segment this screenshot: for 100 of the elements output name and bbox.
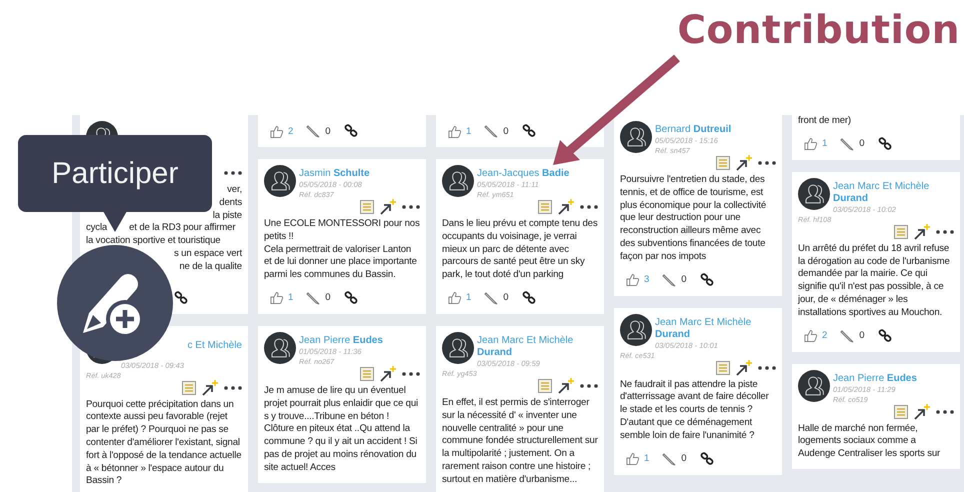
list-icon[interactable]	[716, 360, 730, 375]
arrow-sparkle-icon[interactable]	[201, 380, 219, 396]
card-text: la vocation sportive et touristique	[86, 235, 220, 248]
like-count: 2	[822, 330, 828, 342]
arrow-sparkle-icon[interactable]	[379, 199, 397, 215]
comment-count: 0	[325, 126, 331, 136]
arrow-sparkle-icon[interactable]	[557, 378, 575, 394]
link-icon[interactable]	[700, 272, 714, 287]
avatar-icon	[620, 121, 652, 153]
like-count: 1	[288, 292, 294, 304]
card-text: Pourquoi cette précipitation dans un contexte aussi peu favorable (rejet par le préfet) ? Pourquoi ne pas se contenter d'améliorer l'existant, signal fort à l'opposé de la tendance actuelle à « bétonner » l'espace autour du Bassin ?	[86, 398, 242, 488]
pencil-icon[interactable]	[484, 124, 498, 138]
list-icon[interactable]	[182, 380, 196, 395]
pencil-icon[interactable]	[840, 328, 854, 343]
pencil-icon[interactable]	[662, 272, 676, 287]
link-icon[interactable]	[878, 136, 892, 151]
link-icon[interactable]	[522, 290, 536, 305]
like-count: 1	[822, 138, 828, 150]
avatar-icon	[620, 314, 652, 346]
link-icon[interactable]	[344, 124, 358, 138]
arrow-sparkle-icon[interactable]	[557, 199, 575, 215]
list-icon[interactable]	[538, 378, 552, 393]
avatar-icon	[798, 370, 830, 402]
more-icon[interactable]	[224, 171, 242, 175]
comment-count: 0	[503, 126, 509, 136]
thumbs-up-icon[interactable]	[626, 273, 639, 286]
card-text: Je m amuse de lire qu un éventuel projet pourrait plus enlaidir que ce qui s y trouve....Tribune en béton ! Clôture en piteux état ..Qu attend la commune ? qu il y ait un accident ! Si pas de projet au moins rénovation du site actuel! Acces	[264, 384, 419, 475]
like-count: 1	[466, 126, 472, 136]
pencil-icon[interactable]	[306, 124, 320, 138]
link-icon[interactable]	[174, 290, 188, 305]
arrow-sparkle-icon[interactable]	[913, 224, 931, 240]
more-icon[interactable]	[936, 410, 954, 414]
like-count: 2	[288, 126, 294, 136]
pencil-icon[interactable]	[484, 290, 498, 305]
arrow-sparkle-icon[interactable]	[735, 360, 753, 376]
thumbs-up-icon[interactable]	[270, 124, 283, 138]
comment-count: 0	[859, 138, 865, 150]
card-text: Un arrêté du préfet du 18 avril refuse la dérogation au code de l'urbanisme demandée par la mairie. Ce qui signifie qu'il n'est pas possible, à ce jour, de « déménager » les installations sportives au Mouchon.	[798, 242, 951, 320]
link-icon[interactable]	[878, 328, 892, 343]
avatar-icon	[264, 165, 296, 197]
like-count: 3	[644, 274, 650, 286]
participate-tooltip: Participer	[18, 135, 212, 212]
comment-count: 0	[681, 274, 687, 286]
list-icon[interactable]	[360, 366, 374, 381]
avatar-icon	[442, 165, 474, 197]
author-link[interactable]: Jean Marc Et Michèle Durand	[442, 334, 598, 359]
avatar-icon	[442, 332, 474, 364]
thumbs-up-icon[interactable]	[626, 452, 639, 466]
thumbs-up-icon[interactable]	[448, 124, 461, 138]
card-text: ver,	[227, 184, 242, 197]
avatar-icon	[798, 178, 830, 210]
list-icon[interactable]	[894, 224, 908, 239]
arrow-sparkle-icon[interactable]	[735, 155, 753, 171]
card-text: En effet, il est permis de s'interroger sur la nécessité d' « inventer une nouvelle centralité » pour une commune fondée structurellement sur la multipolarité ; justement. On a rarement raison contre une histoire ; surtout en matière d'urbanisme...	[442, 396, 598, 487]
more-icon[interactable]	[758, 366, 776, 370]
author-link[interactable]: Jean Marc Et Michèle Durand	[798, 180, 954, 205]
thumbs-up-icon[interactable]	[448, 291, 461, 304]
like-count: 1	[466, 292, 472, 304]
more-icon[interactable]	[936, 230, 954, 234]
author-link[interactable]: Jean Pierre Eudes	[798, 372, 954, 385]
link-icon[interactable]	[344, 290, 358, 305]
card-text: Une ECOLE MONTESSORI pour nos petits !! Cela permettrait de valoriser Lanton et de lui donner une place importante parmi les communes du Bassin.	[264, 218, 420, 282]
card-text: cycla	[86, 222, 108, 236]
list-icon[interactable]	[894, 404, 908, 419]
comment-count: 0	[325, 292, 331, 304]
more-icon[interactable]	[402, 205, 420, 209]
card-text: ne de la qualite	[179, 260, 242, 274]
more-icon[interactable]	[402, 372, 420, 376]
card-text: s un espace vert	[174, 248, 242, 261]
thumbs-up-icon[interactable]	[270, 291, 283, 304]
card-text: la piste	[212, 210, 242, 222]
more-icon[interactable]	[580, 384, 598, 388]
arrow-sparkle-icon[interactable]	[379, 366, 397, 382]
more-icon[interactable]	[580, 205, 598, 209]
card-text: Halle de marché non fermée, logements sociaux comme a Audenge Centraliser les sports sur	[798, 422, 942, 461]
link-icon[interactable]	[700, 452, 714, 466]
thumbs-up-icon[interactable]	[804, 329, 817, 342]
avatar-icon	[264, 332, 296, 364]
like-count: 1	[644, 453, 650, 464]
card-text: front de mer)	[798, 115, 852, 128]
comment-count: 0	[859, 330, 865, 342]
author-link[interactable]: Jean Marc Et Michèle Durand	[620, 316, 776, 341]
card-text: dents	[219, 196, 242, 210]
more-icon[interactable]	[224, 386, 242, 390]
more-icon[interactable]	[758, 161, 776, 165]
author-link[interactable]: c Et Michèle	[188, 340, 242, 352]
pencil-icon[interactable]	[662, 452, 676, 466]
author-link[interactable]: Bernard Dutreuil	[620, 124, 776, 136]
card-text: Dans le lieu prévu et compte tenu des occupants du voisinage, je verrai mieux un parc de détente avec parcours de santé peut être un sky park, le tout doté d'un parking	[442, 218, 598, 282]
author-link[interactable]: Jean Pierre Eudes	[264, 334, 420, 347]
link-icon[interactable]	[522, 124, 536, 138]
author-link[interactable]: Jasmin Schulte	[264, 168, 420, 180]
pencil-icon[interactable]	[306, 290, 320, 305]
card-text: Ne faudrait il pas attendre la piste d'atterrissage avant de faire décoller le stade et les courts de tennis ? D'autant que ce déménagement semble loin de faire l'unanimité ?	[620, 378, 770, 443]
card-text: et de la RD3 pour affirmer	[129, 222, 236, 236]
pencil-icon[interactable]	[840, 136, 854, 151]
card-text: Poursuivre l'entretien du stade, des tennis, et de office de tourisme, est plus économique pour la collectivité que leur destruction pour une reconstruction ailleurs même avec des subventions financées de toute façon par nos impots	[620, 174, 768, 264]
arrow-sparkle-icon[interactable]	[913, 404, 931, 420]
author-link[interactable]: Jean-Jacques Badie	[442, 168, 598, 180]
thumbs-up-icon[interactable]	[804, 137, 817, 150]
